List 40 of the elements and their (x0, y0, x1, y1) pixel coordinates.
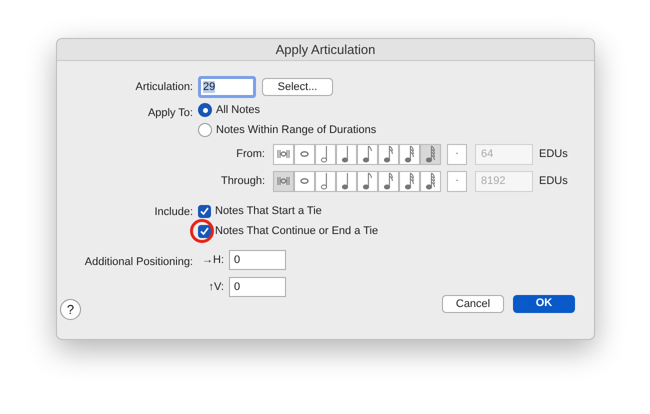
flagged-note-icon (426, 145, 436, 163)
select-button[interactable]: Select... (262, 78, 333, 96)
cancel-button[interactable]: Cancel (442, 294, 504, 312)
radio-button[interactable] (198, 103, 212, 117)
offset-input-field[interactable]: 0 (229, 250, 286, 270)
range-label: Through: (220, 174, 266, 189)
checkmark-icon (200, 227, 209, 235)
radio-button[interactable] (198, 123, 212, 137)
radio-label: All Notes (216, 102, 260, 118)
breve-note-icon (277, 150, 290, 158)
help-button[interactable]: ? (60, 299, 81, 320)
whole-note-icon (300, 151, 309, 157)
radio-label: Notes Within Range of Durations (216, 122, 376, 138)
flagged-note-icon (404, 145, 414, 163)
articulation-input-field[interactable]: 29 (198, 76, 256, 98)
ok-button[interactable]: OK (513, 294, 575, 312)
flagged-note-icon (362, 145, 372, 163)
checkmark-icon (200, 207, 209, 215)
unit-label: EDUs (539, 146, 568, 162)
flagged-note-icon (426, 172, 436, 190)
articulation-label: Articulation: (134, 80, 194, 95)
include-label: Include: (153, 205, 194, 220)
unit-label: EDUs (539, 174, 568, 189)
flagged-note-icon (362, 172, 372, 190)
checkbox-label: Notes That Continue or End a Tie (215, 224, 378, 239)
positioning-label: Additional Positioning: (84, 255, 194, 270)
window-title: Apply Articulation (276, 40, 376, 59)
whole-note-icon (300, 178, 309, 184)
apply-to-label: Apply To: (146, 106, 194, 121)
breve-note-icon (277, 177, 290, 185)
flagged-note-icon (384, 172, 394, 190)
offset-label: ↑V: (208, 280, 225, 295)
flagged-note-icon (404, 172, 414, 190)
checkbox-label: Notes That Start a Tie (215, 204, 322, 219)
flagged-note-icon (384, 145, 394, 163)
checkbox[interactable] (198, 224, 211, 238)
offset-label: →H: (201, 252, 225, 268)
checkbox[interactable] (198, 204, 211, 218)
range-label: From: (235, 146, 266, 162)
offset-input-field[interactable]: 0 (229, 277, 286, 297)
